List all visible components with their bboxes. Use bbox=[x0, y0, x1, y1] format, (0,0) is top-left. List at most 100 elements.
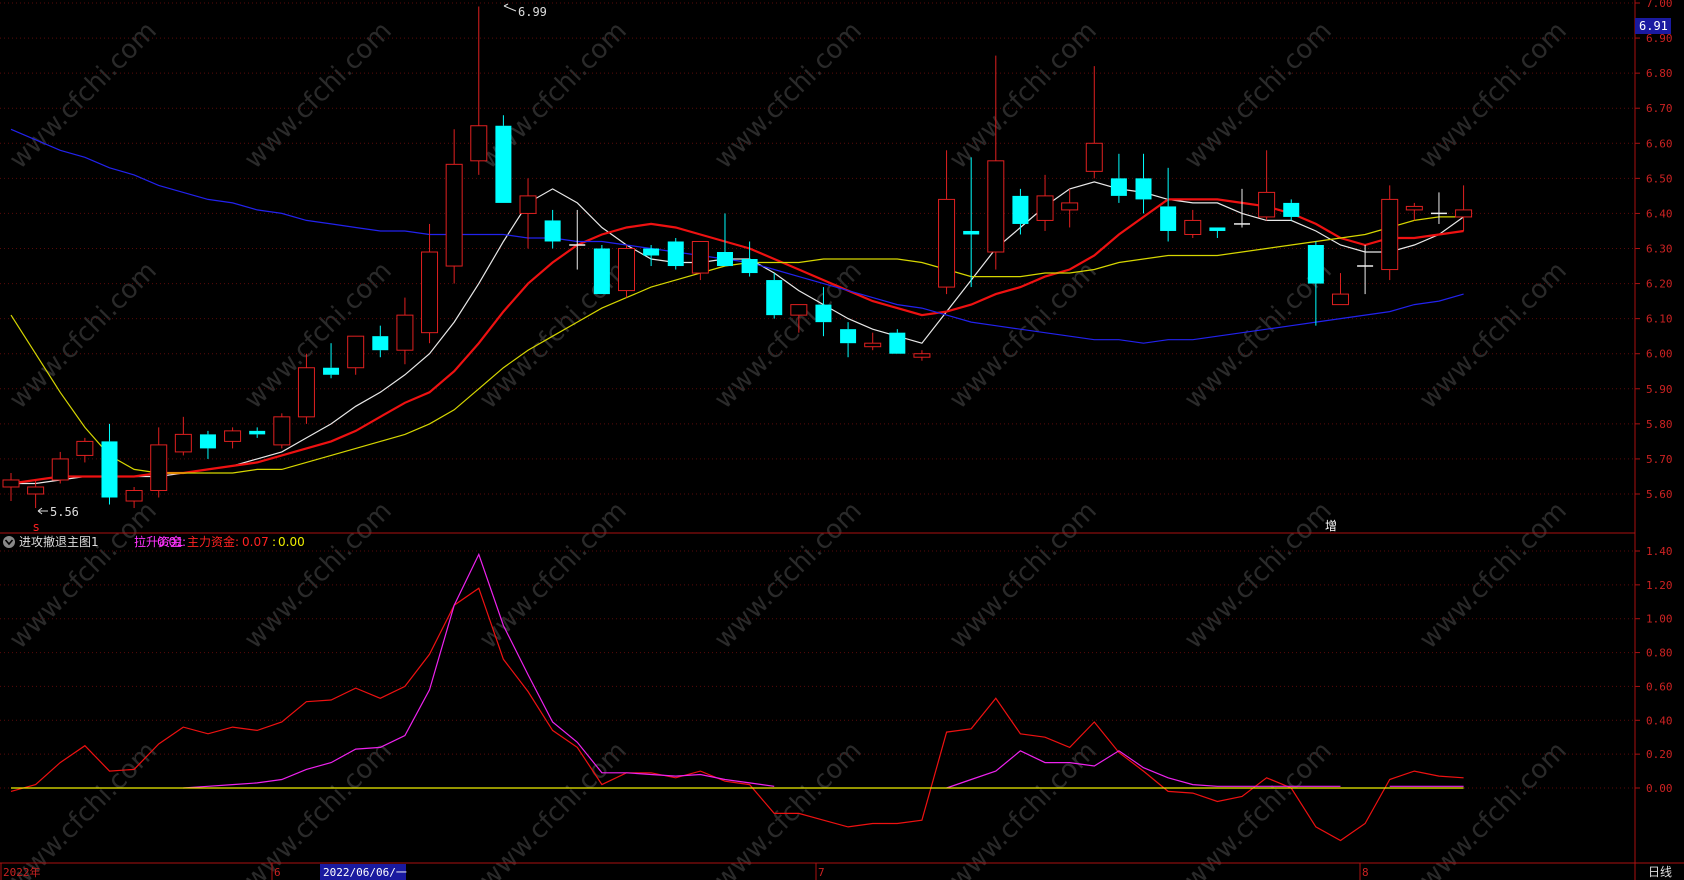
time-label-year: 2022年 bbox=[3, 865, 41, 879]
signal-zeng-marker: 增 bbox=[1325, 519, 1337, 533]
candle-body bbox=[27, 486, 45, 495]
candle-body bbox=[347, 335, 365, 369]
price-tick-label: 6.90 bbox=[1646, 32, 1673, 45]
candle-body bbox=[372, 336, 389, 351]
price-tick-label: 5.80 bbox=[1646, 418, 1673, 431]
time-label-jul: 7 bbox=[818, 866, 825, 879]
price-tick-label: 6.10 bbox=[1646, 313, 1673, 326]
candle-body bbox=[1209, 227, 1226, 231]
candle-body bbox=[938, 198, 956, 288]
candle-body bbox=[495, 125, 512, 203]
candle-body bbox=[667, 241, 684, 267]
candle-body bbox=[2, 479, 20, 488]
candle-body bbox=[889, 332, 906, 354]
indicator-tick-label: 0.40 bbox=[1646, 714, 1673, 727]
price-tick-label: 6.50 bbox=[1646, 172, 1673, 185]
candle-body bbox=[987, 160, 1005, 253]
indicator-tick-label: 0.20 bbox=[1646, 748, 1673, 761]
lift-fund-value: 0.01 bbox=[157, 535, 184, 549]
candle-body bbox=[913, 353, 931, 358]
time-label-jun: 6 bbox=[274, 866, 281, 879]
candle-body bbox=[224, 430, 242, 442]
candle-body bbox=[1283, 202, 1300, 217]
high-price-label: 6.99 bbox=[518, 5, 547, 19]
price-tick-label: 5.90 bbox=[1646, 383, 1673, 396]
candle bbox=[667, 237, 684, 270]
candle bbox=[1381, 185, 1399, 281]
low-price-label: 5.56 bbox=[50, 505, 79, 519]
indicator-tick-label: 0.80 bbox=[1646, 647, 1673, 660]
candle-body bbox=[174, 433, 192, 453]
candle-body bbox=[1110, 178, 1127, 196]
stock-chart[interactable]: www.cfchi.com www.cfchi.com www.cfchi.com w… bbox=[0, 0, 1684, 880]
price-tick-label: 6.60 bbox=[1646, 137, 1673, 150]
candle-body bbox=[963, 230, 980, 235]
candle-body bbox=[396, 314, 414, 351]
indicator-tick-label: 1.20 bbox=[1646, 579, 1673, 592]
candle-body bbox=[1160, 206, 1177, 231]
candle-body bbox=[1307, 244, 1324, 284]
candle-body bbox=[323, 367, 340, 375]
candle-body bbox=[1455, 209, 1473, 218]
candle bbox=[593, 244, 610, 295]
candle bbox=[618, 244, 635, 298]
candle-body bbox=[199, 434, 216, 449]
indicator-tick-label: 0.60 bbox=[1646, 680, 1673, 693]
price-tick-label: 6.30 bbox=[1646, 243, 1673, 256]
candle-body bbox=[445, 163, 463, 267]
candle-body bbox=[125, 489, 143, 502]
indicator-name: 进攻撤退主图1 bbox=[19, 534, 99, 549]
candle-body bbox=[273, 416, 291, 446]
price-tick-label: 7.00 bbox=[1646, 0, 1673, 10]
price-tick-label: 5.60 bbox=[1646, 488, 1673, 501]
candle-body bbox=[815, 304, 832, 323]
candle-body bbox=[1405, 205, 1423, 211]
candle-body bbox=[618, 248, 635, 292]
indicator-tick-label: 1.40 bbox=[1646, 545, 1673, 558]
main-fund-label: 主力资金: bbox=[187, 534, 239, 549]
candle-body bbox=[76, 440, 94, 456]
candle-body bbox=[150, 444, 168, 491]
candle-body bbox=[519, 195, 537, 214]
candle-body bbox=[1061, 202, 1079, 211]
candle-body bbox=[1135, 178, 1152, 200]
indicator-tick-label: 0.00 bbox=[1646, 782, 1673, 795]
time-label-aug: 8 bbox=[1362, 866, 1369, 879]
candle-body bbox=[249, 430, 266, 435]
candle-body bbox=[1085, 142, 1103, 172]
candle-body bbox=[1012, 195, 1029, 224]
zero-line-value: 0.00 bbox=[278, 535, 305, 549]
indicator-menu-icon[interactable] bbox=[3, 536, 15, 548]
candle-body bbox=[716, 252, 733, 267]
zero-line-label: : bbox=[272, 535, 276, 549]
candle-body bbox=[790, 304, 808, 316]
candle-body bbox=[297, 367, 315, 418]
candle bbox=[889, 329, 906, 354]
candle-body bbox=[643, 248, 660, 256]
candle-body bbox=[544, 220, 561, 242]
candle-body bbox=[1381, 198, 1399, 271]
candle-body bbox=[840, 329, 857, 344]
candle-body bbox=[593, 248, 610, 295]
price-tick-label: 6.70 bbox=[1646, 102, 1673, 115]
candle bbox=[495, 115, 512, 203]
candle-body bbox=[864, 342, 882, 348]
candle-body bbox=[51, 458, 69, 481]
main-fund-value: 0.07 bbox=[242, 535, 269, 549]
candle-body bbox=[766, 280, 783, 316]
candle-body bbox=[1036, 195, 1054, 221]
period-label[interactable]: 日线 bbox=[1648, 865, 1672, 879]
price-tick-label: 5.70 bbox=[1646, 453, 1673, 466]
candle-body bbox=[741, 259, 758, 274]
price-tick-label: 6.20 bbox=[1646, 278, 1673, 291]
indicator-tick-label: 1.00 bbox=[1646, 613, 1673, 626]
signal-s-marker: s bbox=[33, 520, 39, 534]
indicator-header[interactable]: 进攻撤退主图1 拉升资金: 0.01 主力资金: 0.07 : 0.00 bbox=[3, 534, 305, 549]
price-tick-label: 6.00 bbox=[1646, 348, 1673, 361]
candle-body bbox=[691, 240, 709, 274]
candle bbox=[273, 413, 291, 449]
candle-body bbox=[101, 441, 118, 498]
cursor-date-label: 2022/06/06/一 bbox=[323, 866, 407, 879]
candle-body bbox=[1258, 191, 1276, 218]
candle-body bbox=[421, 251, 439, 334]
